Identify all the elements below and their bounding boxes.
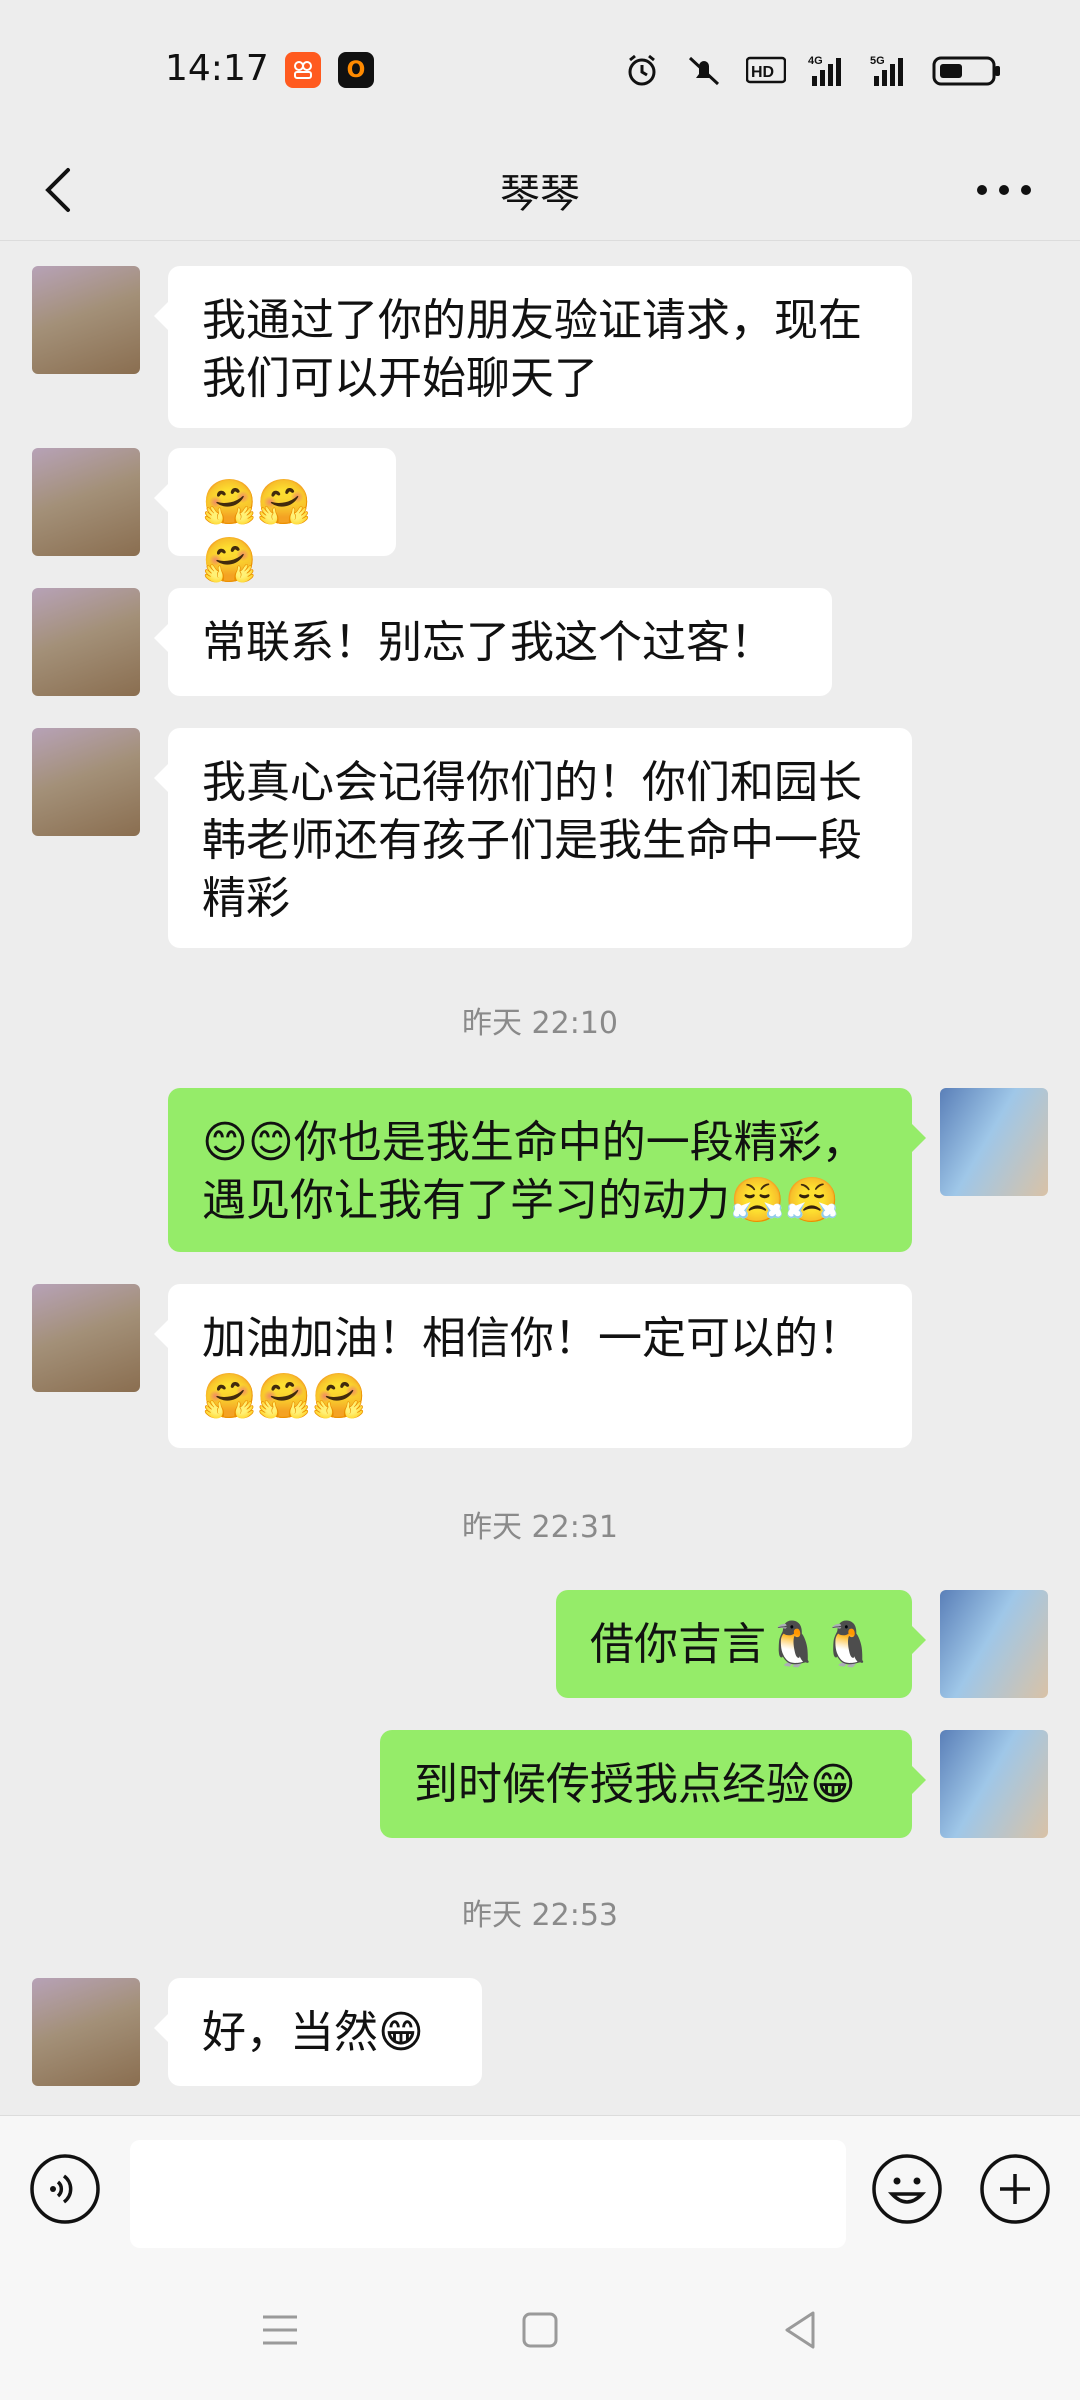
- plus-icon[interactable]: [978, 2152, 1052, 2226]
- app-notification-icon-2: O: [338, 52, 374, 88]
- outgoing-message-bubble[interactable]: 到时候传授我点经验😁: [380, 1730, 926, 1838]
- chevron-left-icon[interactable]: [32, 162, 88, 218]
- alarm-icon: [628, 54, 656, 86]
- menu-icon[interactable]: [255, 2305, 305, 2355]
- hd-icon: HD: [746, 56, 786, 84]
- signal-5g-icon: 5G: [870, 55, 903, 86]
- outgoing-message-bubble[interactable]: 😊😊你也是我生命中的一段精彩，遇见你让我有了学习的动力😤😤: [168, 1088, 926, 1252]
- timestamp: 昨天 22:31: [462, 1510, 618, 1545]
- voice-icon[interactable]: [28, 2152, 102, 2226]
- contact-avatar[interactable]: [32, 266, 140, 374]
- svg-text:HD: HD: [751, 64, 774, 81]
- incoming-message-bubble[interactable]: 好，当然😁: [154, 1978, 482, 2086]
- battery-icon: [932, 56, 1000, 86]
- message-input[interactable]: [130, 2140, 846, 2248]
- contact-avatar[interactable]: [32, 1978, 140, 2086]
- back-icon[interactable]: [775, 2305, 825, 2355]
- home-icon[interactable]: [515, 2305, 565, 2355]
- incoming-message-bubble[interactable]: 加油加油！相信你！一定可以的！🤗🤗🤗: [154, 1284, 912, 1448]
- chat-header: 琴琴: [0, 140, 1080, 241]
- chat-title: 琴琴: [500, 171, 580, 217]
- svg-text:4G: 4G: [808, 55, 823, 67]
- message-list[interactable]: 我通过了你的朋友验证请求，现在我们可以开始聊天了 🤗🤗🤗 常联系！别忘了我这个过…: [0, 240, 1080, 2115]
- status-bar: 14:17 O HD 4G 5G: [0, 0, 1080, 140]
- timestamp: 昨天 22:10: [462, 1006, 618, 1041]
- incoming-message-bubble[interactable]: 我通过了你的朋友验证请求，现在我们可以开始聊天了: [154, 266, 912, 428]
- input-bar: [0, 2115, 1080, 2261]
- contact-avatar[interactable]: [32, 1284, 140, 1392]
- more-horizontal-icon[interactable]: [968, 166, 1040, 214]
- svg-text:5G: 5G: [870, 55, 885, 67]
- app-notification-icon: [285, 52, 321, 88]
- emoji-icon[interactable]: [870, 2152, 944, 2226]
- outgoing-message-bubble[interactable]: 借你吉言🐧🐧: [556, 1590, 926, 1698]
- mute-icon: [688, 56, 720, 86]
- incoming-message-bubble[interactable]: 🤗🤗🤗: [154, 448, 396, 586]
- my-avatar[interactable]: [940, 1590, 1048, 1698]
- contact-avatar[interactable]: [32, 588, 140, 696]
- timestamp: 昨天 22:53: [462, 1898, 618, 1933]
- contact-avatar[interactable]: [32, 728, 140, 836]
- status-time: 14:17: [165, 48, 269, 89]
- contact-avatar[interactable]: [32, 448, 140, 556]
- my-avatar[interactable]: [940, 1088, 1048, 1196]
- incoming-message-bubble[interactable]: 我真心会记得你们的！你们和园长韩老师还有孩子们是我生命中一段精彩: [154, 728, 912, 948]
- incoming-message-bubble[interactable]: 常联系！别忘了我这个过客！: [154, 588, 832, 696]
- signal-4g-icon: 4G: [808, 55, 841, 86]
- system-navigation-bar: [0, 2260, 1080, 2400]
- status-icons: HD 4G 5G: [622, 52, 1002, 88]
- my-avatar[interactable]: [940, 1730, 1048, 1838]
